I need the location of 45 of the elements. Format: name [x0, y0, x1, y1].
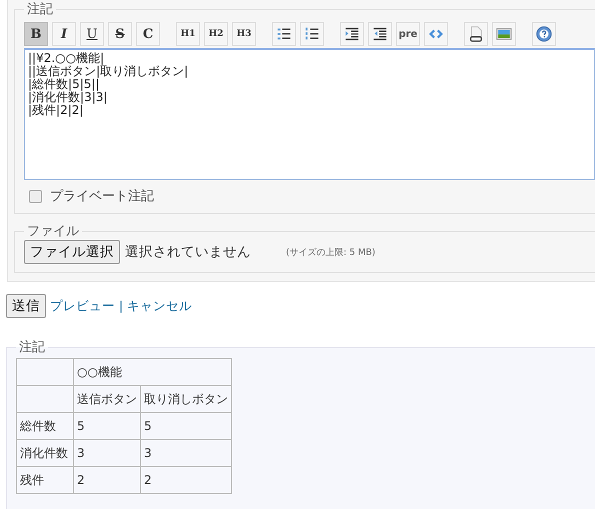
- table-cell: 2: [140, 466, 232, 494]
- separator: |: [119, 299, 124, 313]
- table-cell: 2: [74, 466, 140, 494]
- section-legend: 注記: [16, 338, 48, 356]
- toolbar-button[interactable]: [272, 22, 296, 46]
- column-header: 取り消しボタン: [140, 386, 232, 412]
- format-button[interactable]: I: [52, 22, 76, 46]
- format-button[interactable]: pre: [396, 22, 420, 46]
- size-limit: (サイズの上限: 5 MB): [286, 246, 376, 258]
- file-status: 選択されていません: [125, 243, 251, 261]
- section-legend: ファイル: [24, 222, 82, 240]
- toolbar-button[interactable]: [340, 22, 364, 46]
- notes-editor[interactable]: ||¥2.○○機能| ||送信ボタン|取り消しボタン| |総件数|5|5|| |消化件数|3|3| |残件|2|2|: [24, 48, 595, 180]
- table-cell: 3: [74, 440, 140, 466]
- toolbar-button[interactable]: [464, 22, 488, 46]
- table-header: ○○機能: [74, 358, 232, 386]
- file-link-icon: [467, 25, 485, 43]
- image-icon: [495, 25, 513, 43]
- format-button[interactable]: H1: [176, 22, 200, 46]
- format-button[interactable]: S: [108, 22, 132, 46]
- help-icon: [535, 25, 553, 43]
- section-legend: 注記: [24, 0, 56, 18]
- indent-icon: [343, 25, 361, 43]
- outdent-icon: [371, 25, 389, 43]
- format-button[interactable]: H2: [204, 22, 228, 46]
- private-checkbox[interactable]: [29, 190, 42, 202]
- format-button[interactable]: C: [136, 22, 160, 46]
- submit-button[interactable]: 送信: [6, 294, 46, 318]
- table-cell: 5: [74, 412, 140, 440]
- format-button[interactable]: B: [24, 22, 48, 46]
- column-header: 送信ボタン: [74, 386, 140, 412]
- toolbar-button[interactable]: [532, 22, 556, 46]
- choose-file-button[interactable]: ファイル選択: [24, 240, 120, 264]
- table-cell: 5: [140, 412, 232, 440]
- row-header: 残件: [16, 466, 74, 494]
- toolbar-button[interactable]: [368, 22, 392, 46]
- cancel-link[interactable]: キャンセル: [127, 298, 192, 314]
- checkbox-label: プライベート注記: [50, 188, 154, 205]
- toolbar-button[interactable]: [300, 22, 324, 46]
- preview-link[interactable]: プレビュー: [50, 298, 115, 314]
- row-header: 消化件数: [16, 440, 74, 466]
- format-button[interactable]: H3: [232, 22, 256, 46]
- row-header: 総件数: [16, 412, 74, 440]
- format-button[interactable]: U: [80, 22, 104, 46]
- table-cell: 3: [140, 440, 232, 466]
